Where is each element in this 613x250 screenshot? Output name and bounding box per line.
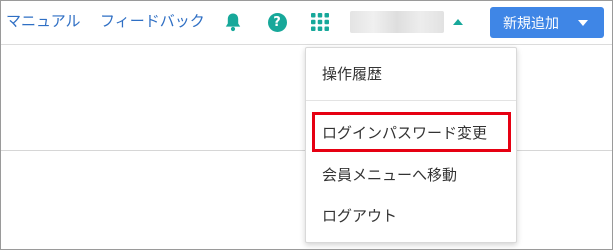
highlight-box [312,112,511,152]
menu-item-logout[interactable]: ログアウト [306,200,516,232]
bell-icon[interactable] [223,12,243,32]
help-glyph: ? [267,12,287,32]
menu-divider [306,100,516,101]
new-add-button-label: 新規追加 [503,15,559,32]
manual-link[interactable]: マニュアル [6,11,81,31]
user-name-redacted[interactable] [350,11,444,33]
help-circle-icon[interactable]: ? [267,12,287,32]
caret-down-icon [578,20,588,26]
new-add-button[interactable]: 新規追加 [490,7,604,38]
feedback-link[interactable]: フィードバック [100,11,205,31]
menu-item-operation-history[interactable]: 操作履歴 [306,58,516,90]
screenshot-frame: マニュアル フィードバック ? 新規追加 操作履歴 ログインパスワード変更 会員… [0,0,613,250]
apps-grid-icon[interactable] [310,12,330,32]
caret-up-icon[interactable] [453,19,463,25]
top-navigation-bar: マニュアル フィードバック ? 新規追加 [1,1,612,45]
menu-item-go-to-member-menu[interactable]: 会員メニューへ移動 [306,159,516,191]
